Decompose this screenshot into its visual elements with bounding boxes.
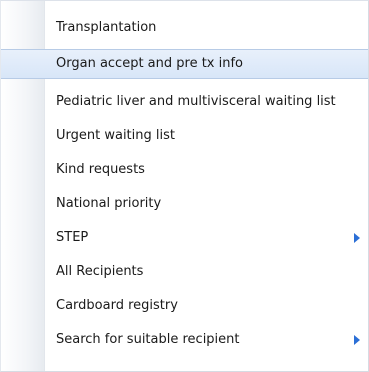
menu-item-label: Transplantation [56,20,157,35]
menu-item-label: Pediatric liver and multivisceral waitin… [56,94,336,109]
menu-item-label: STEP [56,230,89,245]
menu-item-label: National priority [56,196,162,211]
menu-item-all-recipients[interactable]: All Recipients [45,257,368,287]
menu-item-kind-requests[interactable]: Kind requests [45,155,368,185]
menu-item-national-priority[interactable]: National priority [45,189,368,219]
menu-item-step[interactable]: STEP [45,223,368,253]
menu-item-search-suitable-recipient[interactable]: Search for suitable recipient [45,325,368,355]
menu-item-label: Cardboard registry [56,298,178,313]
menu-item-label: Kind requests [56,162,145,177]
menu-item-label: Urgent waiting list [56,128,175,143]
menu-item-transplantation[interactable]: Transplantation [45,13,368,43]
chevron-right-icon [354,233,360,243]
chevron-right-icon [354,335,360,345]
menu-item-label: All Recipients [56,264,144,279]
menu-item-organ-accept[interactable]: Organ accept and pre tx info [1,49,368,79]
context-menu: Transplantation Organ accept and pre tx … [0,0,369,372]
menu-item-pediatric-liver-waiting-list[interactable]: Pediatric liver and multivisceral waitin… [45,87,368,117]
menu-item-label: Search for suitable recipient [56,332,240,347]
menu-item-label: Organ accept and pre tx info [56,56,244,71]
menu-item-urgent-waiting-list[interactable]: Urgent waiting list [45,121,368,151]
menu-item-cardboard-registry[interactable]: Cardboard registry [45,291,368,321]
